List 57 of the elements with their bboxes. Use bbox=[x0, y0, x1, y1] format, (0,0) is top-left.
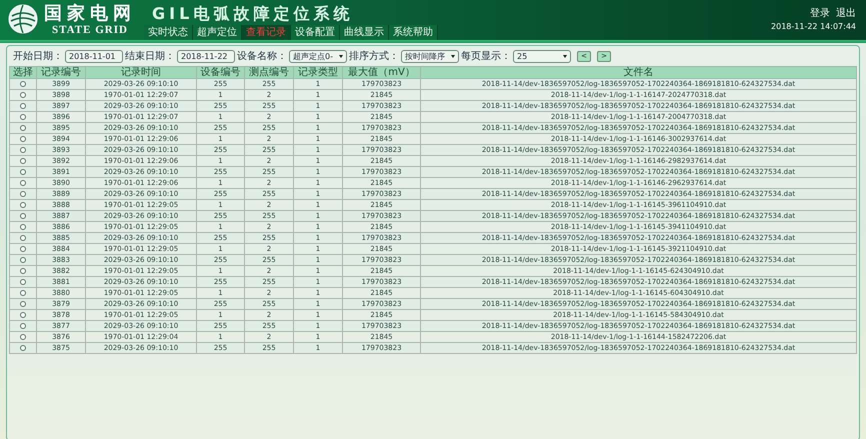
column-header: 记录时间 bbox=[86, 66, 196, 78]
radio-button[interactable] bbox=[20, 147, 26, 153]
radio-button[interactable] bbox=[20, 224, 26, 230]
radio-button[interactable] bbox=[20, 213, 26, 219]
filter-label: 开始日期： bbox=[13, 50, 63, 63]
caret-icon bbox=[563, 54, 567, 58]
logo-english-text: STATE GRID bbox=[52, 24, 128, 36]
radio-button[interactable] bbox=[20, 81, 26, 87]
radio-button[interactable] bbox=[20, 158, 26, 164]
filter-label: 排序方式： bbox=[349, 50, 399, 63]
radio-button[interactable] bbox=[20, 180, 26, 186]
caret-icon bbox=[339, 54, 343, 58]
date-field[interactable]: 2018-11-01 bbox=[65, 50, 123, 62]
radio-button[interactable] bbox=[20, 136, 26, 142]
column-header: 最大值（mV） bbox=[342, 66, 420, 78]
radio-button[interactable] bbox=[20, 345, 26, 351]
radio-button[interactable] bbox=[20, 268, 26, 274]
filter-label: 结束日期： bbox=[125, 50, 175, 63]
column-header: 选择 bbox=[10, 66, 36, 78]
radio-button[interactable] bbox=[20, 323, 26, 329]
column-header: 测点编号 bbox=[244, 66, 294, 78]
radio-button[interactable] bbox=[20, 279, 26, 285]
column-header: 设备编号 bbox=[196, 66, 244, 78]
radio-button[interactable] bbox=[20, 290, 26, 296]
nav-tab[interactable]: 设备配置 bbox=[291, 25, 340, 40]
logo-chinese-text: 国家电网 bbox=[44, 3, 136, 24]
datetime-text: 2018-11-22 14:07:44 bbox=[771, 20, 856, 32]
radio-button[interactable] bbox=[20, 246, 26, 252]
nav-tab[interactable]: 曲线显示 bbox=[340, 25, 389, 40]
radio-button[interactable] bbox=[20, 92, 26, 98]
nav-tab[interactable]: 实时状态 bbox=[144, 25, 193, 40]
select-field[interactable]: 按时间降序 bbox=[401, 50, 459, 62]
filter-label: 设备名称： bbox=[237, 50, 287, 63]
radio-button[interactable] bbox=[20, 191, 26, 197]
radio-button[interactable] bbox=[20, 235, 26, 241]
globe-logo-icon bbox=[8, 4, 38, 34]
radio-button[interactable] bbox=[20, 202, 26, 208]
radio-button[interactable] bbox=[20, 301, 26, 307]
nav-tab[interactable]: 系统帮助 bbox=[389, 25, 438, 40]
caret-icon bbox=[451, 54, 455, 58]
radio-button[interactable] bbox=[20, 169, 26, 175]
radio-button[interactable] bbox=[20, 103, 26, 109]
app-title: GIL电弧故障定位系统 bbox=[152, 3, 354, 25]
filter-label: 每页显示： bbox=[461, 50, 511, 63]
column-header: 记录类型 bbox=[294, 66, 342, 78]
column-header: 记录编号 bbox=[36, 66, 86, 78]
select-field[interactable]: 超声定点0- bbox=[289, 50, 347, 62]
radio-button[interactable] bbox=[20, 257, 26, 263]
date-field[interactable]: 2018-11-22 bbox=[177, 50, 235, 62]
header-link[interactable]: 退出 bbox=[836, 8, 856, 20]
select-field[interactable]: 25 bbox=[513, 50, 571, 62]
radio-button[interactable] bbox=[20, 114, 26, 120]
radio-button[interactable] bbox=[20, 312, 26, 318]
header-link[interactable]: 登录 bbox=[810, 8, 830, 20]
column-header: 文件名 bbox=[420, 66, 856, 78]
radio-button[interactable] bbox=[20, 334, 26, 340]
radio-button[interactable] bbox=[20, 125, 26, 131]
